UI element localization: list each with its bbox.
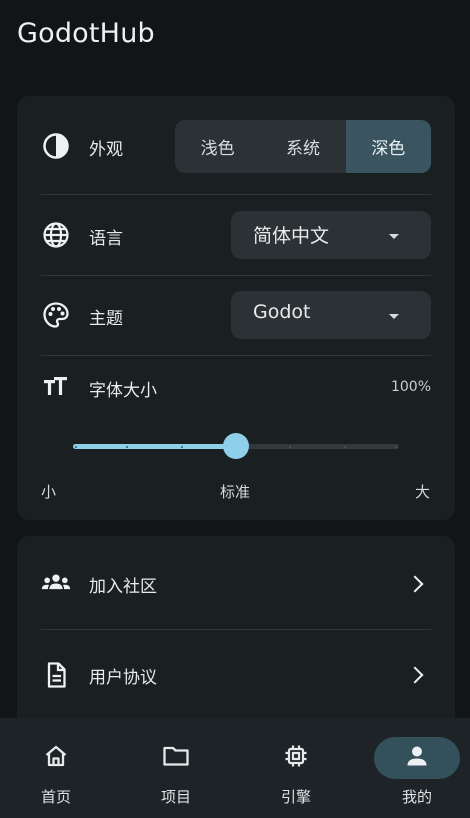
app-title: GodotHub <box>17 18 155 49</box>
user-agreement-row[interactable]: 用户协议 <box>17 651 455 697</box>
nav-mine[interactable]: 我的 <box>367 718 467 818</box>
appearance-option-light[interactable]: 浅色 <box>175 120 260 173</box>
slider-fill <box>73 444 236 449</box>
font-size-label: 字体大小 <box>89 381 157 401</box>
font-size-slider[interactable] <box>73 433 399 459</box>
nav-pill <box>374 737 460 779</box>
appearance-option-system[interactable]: 系统 <box>260 120 345 173</box>
divider <box>41 275 431 276</box>
nav-projects[interactable]: 项目 <box>126 718 226 818</box>
language-dropdown[interactable]: 简体中文 <box>231 211 431 259</box>
nav-home[interactable]: 首页 <box>6 718 106 818</box>
theme-dropdown[interactable]: Godot <box>231 291 431 339</box>
divider <box>41 194 431 195</box>
divider <box>41 355 431 356</box>
caret-down-icon <box>389 234 399 239</box>
folder-icon <box>162 743 190 773</box>
nav-engine[interactable]: 引擎 <box>246 718 346 818</box>
nav-home-label: 首页 <box>40 788 71 806</box>
nav-pill <box>13 737 99 779</box>
text-size-icon <box>41 372 71 402</box>
user-agreement-label: 用户协议 <box>89 668 157 688</box>
slider-thumb[interactable] <box>223 433 249 459</box>
slider-step-dot <box>395 445 397 448</box>
language-row: 语言 简体中文 <box>17 211 455 259</box>
theme-value: Godot <box>253 301 311 323</box>
links-card: 加入社区 用户协议 <box>17 536 455 736</box>
join-community-row[interactable]: 加入社区 <box>17 560 455 606</box>
globe-icon <box>41 220 71 250</box>
home-icon <box>43 743 69 773</box>
palette-icon <box>41 300 71 330</box>
divider <box>41 629 431 630</box>
scale-label-small: 小 <box>41 483 57 501</box>
caret-down-icon <box>389 314 399 319</box>
slider-step-dot <box>343 445 346 448</box>
appearance-row: 外观 浅色 系统 深色 <box>17 120 455 173</box>
nav-projects-label: 项目 <box>160 788 191 806</box>
language-value: 简体中文 <box>253 225 330 247</box>
community-icon <box>41 568 71 598</box>
nav-pill <box>253 737 339 779</box>
document-icon <box>41 660 71 690</box>
chip-icon <box>283 743 309 773</box>
appearance-option-dark[interactable]: 深色 <box>345 120 431 173</box>
appearance-label: 外观 <box>89 140 123 160</box>
slider-step-dot <box>75 445 77 448</box>
theme-label: 主题 <box>89 309 123 329</box>
language-label: 语言 <box>89 229 123 249</box>
font-size-value: 100% <box>390 379 431 395</box>
nav-pill <box>133 737 219 779</box>
scale-label-standard: 标准 <box>220 483 251 501</box>
theme-row: 主题 Godot <box>17 291 455 339</box>
scale-label-large: 大 <box>415 483 431 501</box>
chevron-right-icon <box>406 666 424 684</box>
settings-card: 外观 浅色 系统 深色 语言 简体中文 主题 Godot 字体大小 100% 小… <box>17 96 455 520</box>
nav-mine-label: 我的 <box>401 788 432 806</box>
contrast-icon <box>41 131 71 161</box>
chevron-right-icon <box>406 575 424 593</box>
join-community-label: 加入社区 <box>89 577 157 597</box>
appearance-segmented-control: 浅色 系统 深色 <box>175 120 431 173</box>
nav-engine-label: 引擎 <box>280 788 311 806</box>
slider-step-dot <box>180 445 183 448</box>
bottom-navigation: 首页 项目 引擎 我的 <box>0 718 470 818</box>
slider-step-dot <box>289 445 292 448</box>
person-icon <box>404 743 430 773</box>
